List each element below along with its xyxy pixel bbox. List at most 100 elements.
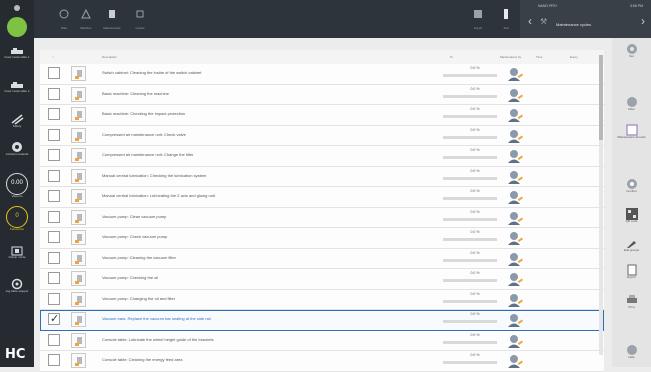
table-row[interactable]: Vacuum pump: Clean vacuum pump 0.0 % bbox=[40, 207, 604, 228]
table-row[interactable]: Console table: Cleaning the energy feed … bbox=[40, 351, 604, 372]
row-checkbox[interactable] bbox=[48, 292, 60, 305]
sidebar-item-favourites[interactable]: 0 Favourites bbox=[0, 206, 34, 232]
technician-icon[interactable] bbox=[506, 252, 524, 267]
sidebar-item-feed-table-1[interactable]: Feed mode table 1 bbox=[0, 48, 34, 60]
technician-icon[interactable] bbox=[506, 108, 524, 123]
technician-icon[interactable] bbox=[506, 231, 524, 246]
column-time[interactable]: Time bbox=[536, 55, 543, 59]
technician-icon[interactable] bbox=[506, 170, 524, 185]
forward-icon[interactable]: › bbox=[641, 14, 645, 28]
row-checkbox[interactable] bbox=[48, 67, 60, 79]
help-button[interactable]: Help bbox=[612, 344, 651, 360]
favourites-icon: 0 bbox=[6, 206, 28, 228]
technician-icon[interactable] bbox=[506, 129, 524, 144]
top-tab-label: Machine bbox=[80, 26, 92, 30]
row-checkbox[interactable] bbox=[48, 333, 60, 346]
scrollbar-thumb[interactable] bbox=[599, 55, 603, 140]
tool-button[interactable]: Tool bbox=[494, 6, 518, 30]
row-checkbox[interactable] bbox=[48, 108, 60, 120]
table-row[interactable]: Basic machine: Cleaning the machine 0.0 % bbox=[40, 84, 604, 105]
top-tab-start[interactable]: Start bbox=[52, 6, 76, 30]
row-checkbox[interactable] bbox=[48, 251, 60, 264]
top-tab-machine[interactable]: Machine bbox=[74, 6, 98, 30]
technician-icon[interactable] bbox=[506, 149, 524, 164]
document-icon[interactable] bbox=[71, 107, 86, 122]
row-checkbox[interactable] bbox=[48, 87, 60, 100]
document-icon[interactable] bbox=[71, 230, 86, 245]
table-row[interactable]: Basic machine: Checking the impact prote… bbox=[40, 105, 604, 126]
sidebar-item-vacuum[interactable]: 0.00 Vacuum bbox=[0, 173, 34, 199]
confirm-button[interactable]: Confirm bbox=[612, 178, 651, 194]
maintenance-all-button[interactable]: Maintenance all units bbox=[612, 124, 651, 140]
row-checkbox[interactable] bbox=[48, 128, 60, 141]
table-row[interactable]: Vacuum pump: Changing the oil and filter… bbox=[40, 289, 604, 310]
document-icon[interactable] bbox=[71, 66, 86, 81]
import-button[interactable]: Import bbox=[466, 6, 490, 30]
top-tab-maintenance[interactable]: Maintenance bbox=[100, 6, 124, 30]
technician-icon[interactable] bbox=[506, 190, 524, 205]
sidebar-item-safety[interactable]: Safety bbox=[0, 113, 34, 129]
technician-icon[interactable] bbox=[506, 272, 524, 287]
set-button[interactable]: Set bbox=[612, 43, 651, 59]
technician-icon[interactable] bbox=[506, 211, 524, 226]
document-icon[interactable] bbox=[71, 168, 86, 184]
table-row[interactable]: Console table: Lubricate the wheel heigh… bbox=[40, 330, 604, 351]
column-maintenance-by[interactable]: Maintenance by bbox=[500, 55, 521, 59]
back-icon[interactable]: ‹ bbox=[528, 14, 532, 28]
document-icon[interactable] bbox=[71, 148, 86, 163]
row-checkbox[interactable] bbox=[48, 210, 60, 223]
row-checkbox[interactable] bbox=[48, 190, 60, 202]
export-button[interactable]: Export bbox=[612, 264, 651, 280]
sidebar-item-jog-table[interactable]: Jog table stopper bbox=[0, 278, 34, 294]
row-checkbox[interactable] bbox=[48, 272, 60, 284]
document-icon[interactable] bbox=[71, 127, 86, 143]
row-percent: 0.0 % bbox=[470, 148, 480, 152]
favourites-count: 0 bbox=[15, 213, 19, 219]
sidebar-item-feed-table-2[interactable]: Feed mode table 2 bbox=[0, 82, 34, 94]
sidebar-item-ambient-material[interactable]: Ambient material bbox=[0, 141, 34, 157]
document-icon[interactable] bbox=[71, 189, 86, 204]
top-tab-cycles[interactable]: Cycles bbox=[128, 6, 152, 30]
table-row[interactable]: Vacuum pump: Cleaning the vacuum filter 0… bbox=[40, 248, 604, 269]
document-icon[interactable] bbox=[71, 332, 86, 348]
row-percent: 0.0 % bbox=[470, 209, 480, 214]
qr-code-button[interactable]: QR code bbox=[612, 208, 651, 224]
document-icon[interactable] bbox=[71, 271, 86, 286]
column-description[interactable]: Description bbox=[102, 55, 117, 59]
column-percent[interactable]: % bbox=[450, 55, 453, 59]
document-icon[interactable] bbox=[71, 209, 86, 225]
row-checkbox[interactable] bbox=[48, 149, 60, 161]
document-icon[interactable] bbox=[71, 86, 86, 102]
technician-icon[interactable] bbox=[506, 293, 524, 308]
column-every[interactable]: Every bbox=[570, 55, 578, 59]
row-percent: 0.0 % bbox=[470, 127, 480, 132]
table-row[interactable]: Compressed air maintenance unit: Check v… bbox=[40, 125, 604, 146]
row-checkbox[interactable] bbox=[48, 354, 60, 366]
table-row[interactable]: Compressed air maintenance unit: Change … bbox=[40, 146, 604, 167]
table-row[interactable]: Vacuum pump: Check vacuum pump 0.0 % bbox=[40, 228, 604, 249]
technician-icon[interactable] bbox=[506, 334, 524, 349]
table-row[interactable]: Manual central lubrication: Lubricating … bbox=[40, 187, 604, 208]
document-icon[interactable] bbox=[71, 250, 86, 266]
technician-icon[interactable] bbox=[506, 88, 524, 103]
table-row[interactable]: Vacuum pump: Checking the oil 0.0 % bbox=[40, 269, 604, 290]
sidebar-item-clamp-mode[interactable]: Clamp mode bbox=[0, 246, 34, 260]
select-all-icon[interactable]: ○ bbox=[52, 55, 54, 59]
document-icon[interactable] bbox=[71, 353, 86, 368]
technician-icon[interactable] bbox=[506, 67, 524, 82]
top-tab-label: Cycles bbox=[135, 26, 145, 30]
table-row[interactable]: Manual central lubrication: Checking the… bbox=[40, 166, 604, 187]
table-row[interactable]: Switch cabinet: Cleaning the inside of t… bbox=[40, 64, 604, 85]
print-button[interactable]: Print bbox=[612, 294, 651, 310]
document-icon[interactable] bbox=[71, 291, 86, 307]
document-icon[interactable] bbox=[71, 312, 86, 327]
row-description: Vacuum pump: Check vacuum pump bbox=[102, 234, 168, 239]
filter-button[interactable]: Filter bbox=[612, 96, 651, 112]
row-checkbox[interactable] bbox=[48, 231, 60, 243]
table-row[interactable]: Vacuum bars: Replace the vacuum bar seal… bbox=[40, 310, 604, 331]
technician-icon[interactable] bbox=[506, 313, 524, 328]
sidebar-item-label: Feed mode table 2 bbox=[4, 89, 30, 93]
row-checkbox[interactable] bbox=[48, 312, 60, 325]
row-checkbox[interactable] bbox=[48, 169, 60, 182]
edit-groups-button[interactable]: Edit groups bbox=[612, 237, 651, 253]
